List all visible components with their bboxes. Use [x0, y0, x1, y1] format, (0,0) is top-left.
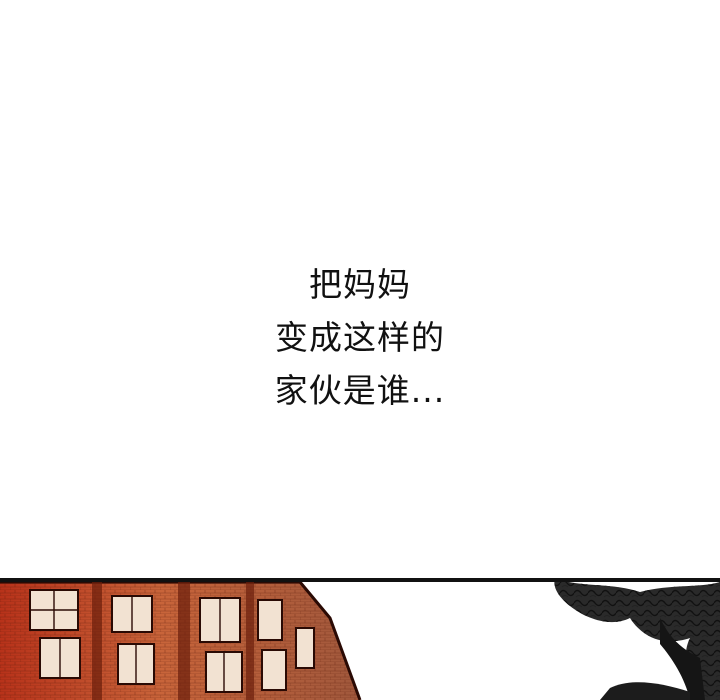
caption-line-1: 把妈妈	[309, 265, 411, 304]
panel-artwork	[0, 578, 720, 700]
narration-caption: 把妈妈 变成这样的 家伙是谁...	[0, 258, 720, 417]
caption-line-2: 变成这样的	[275, 318, 445, 357]
comic-page: 把妈妈 变成这样的 家伙是谁...	[0, 0, 720, 700]
panel-top-border	[0, 578, 720, 582]
caption-line-3: 家伙是谁...	[274, 371, 446, 410]
comic-panel-illustration	[0, 578, 720, 700]
